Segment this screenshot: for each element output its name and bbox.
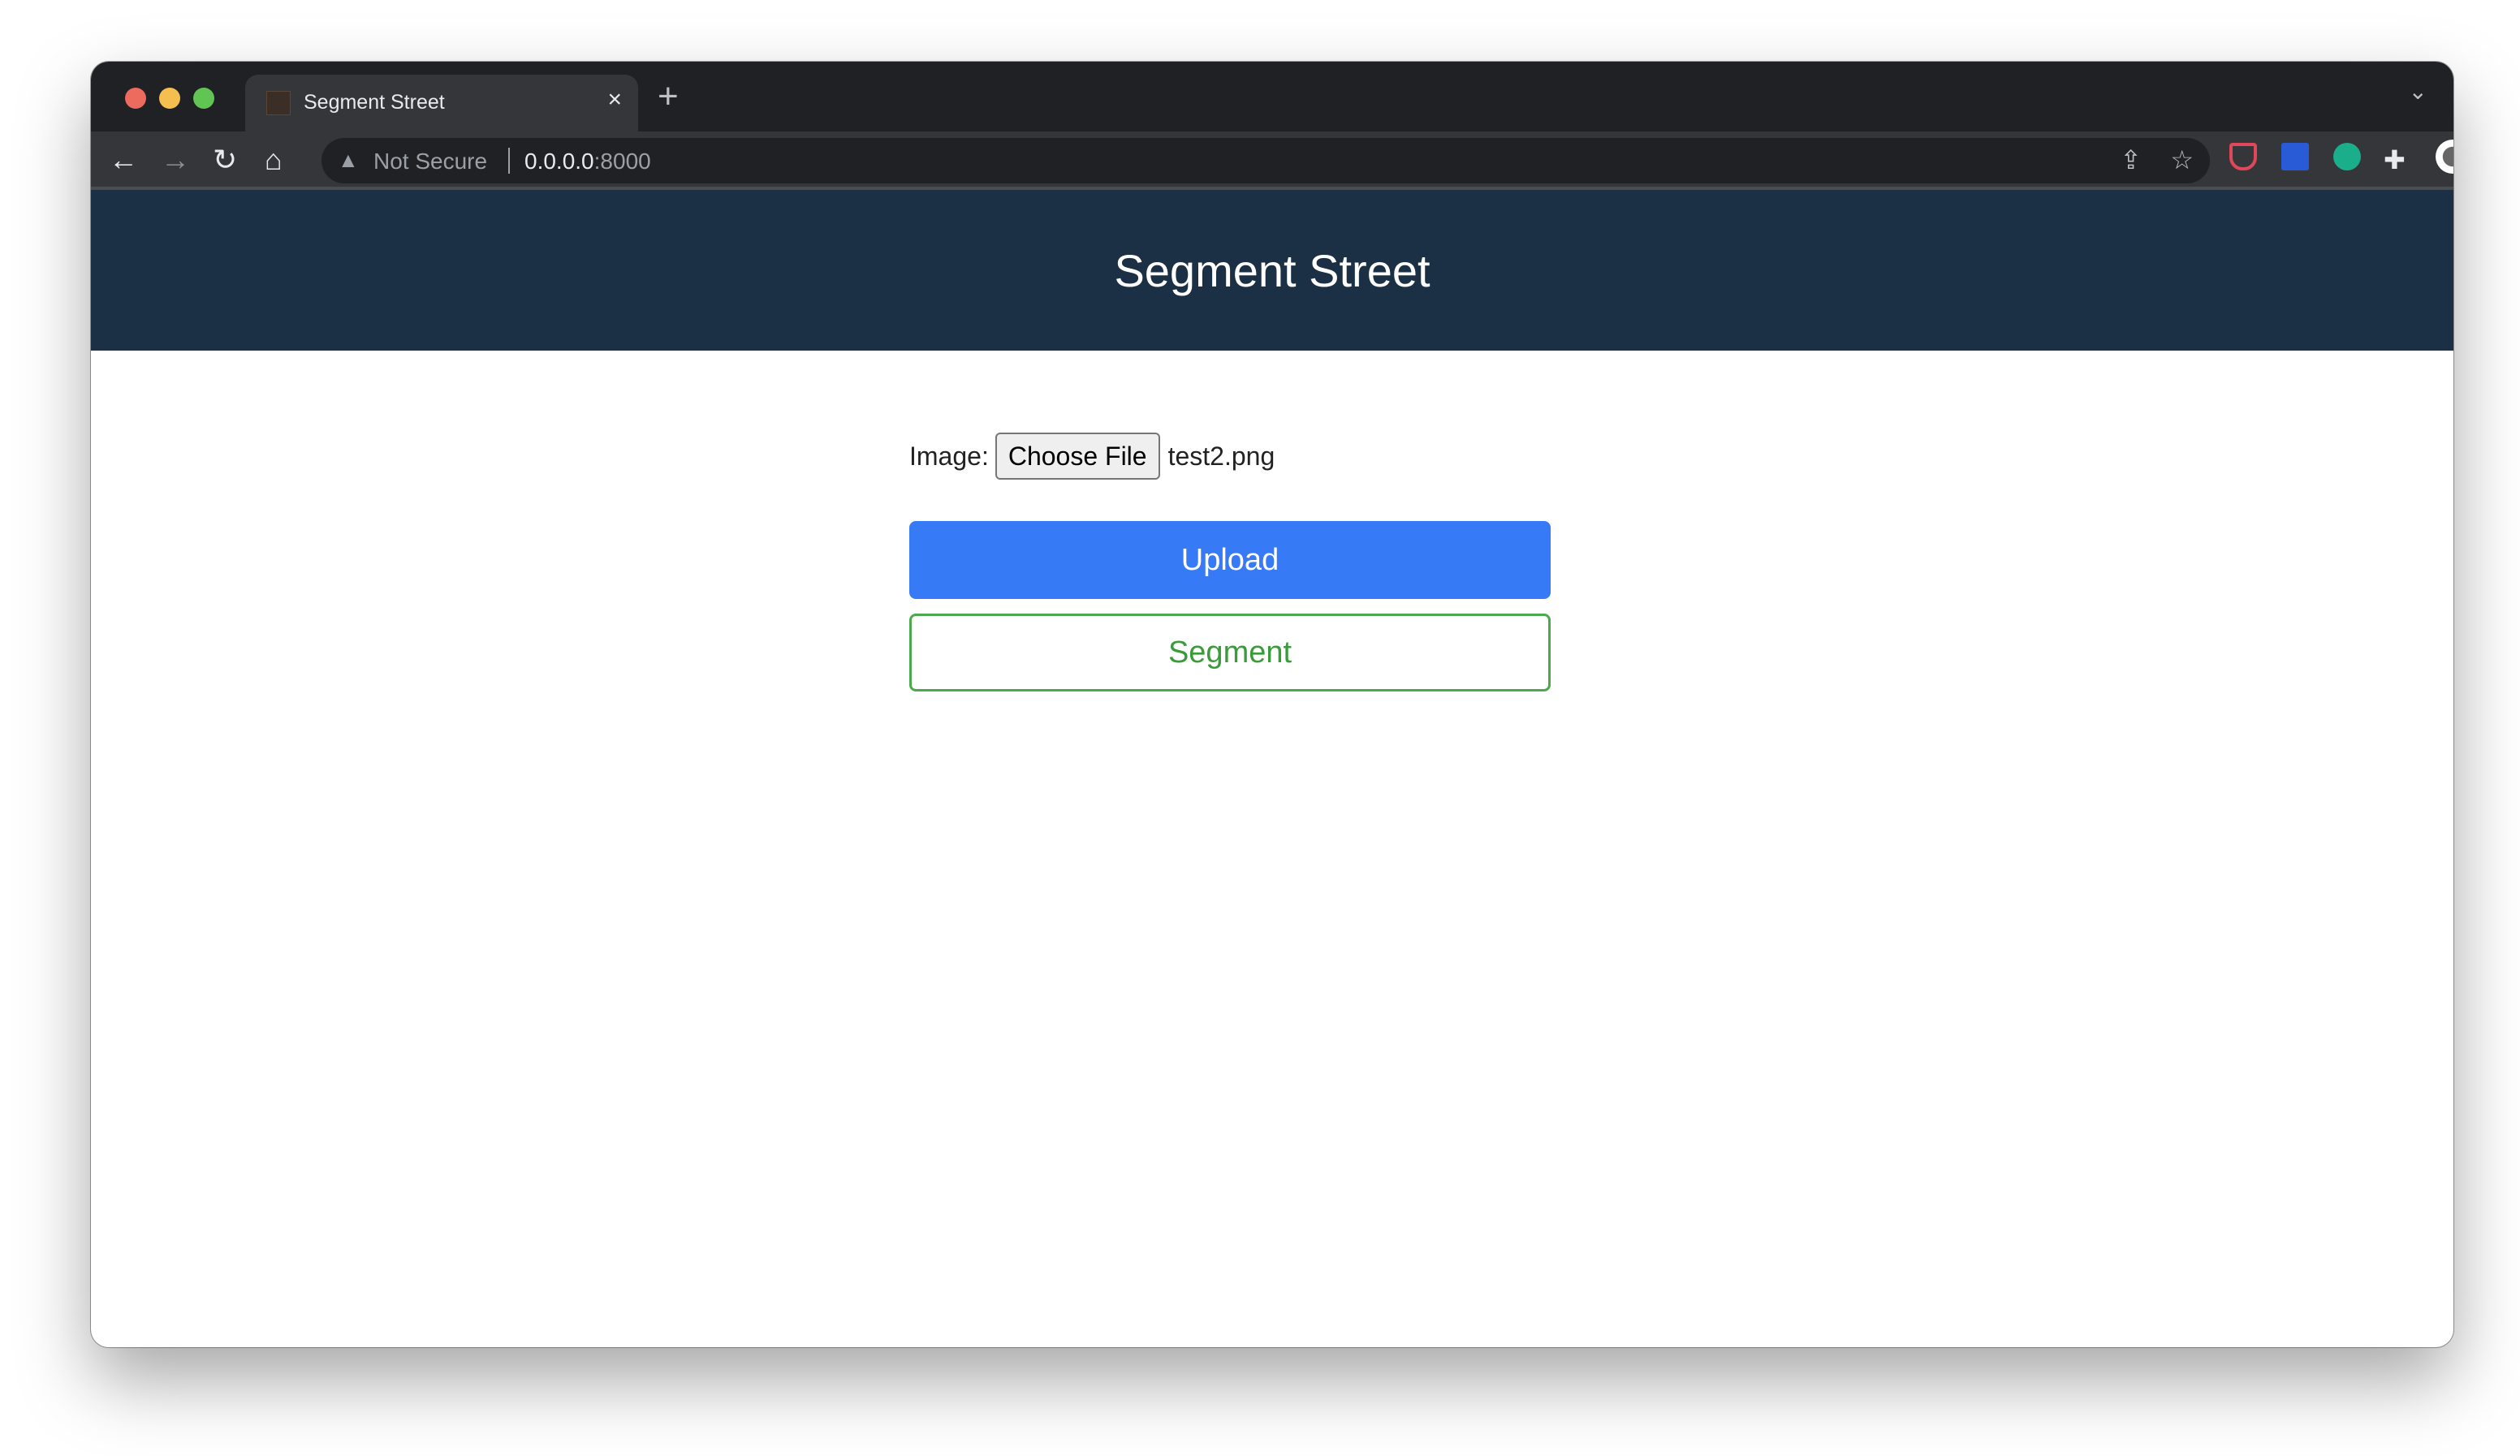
page-header: Segment Street — [91, 190, 2453, 351]
divider — [508, 148, 510, 174]
tab-bar: Segment Street × + ⌄ — [91, 62, 2453, 131]
choose-file-button[interactable]: Choose File — [995, 433, 1160, 480]
window-controls — [125, 88, 214, 109]
close-window-button[interactable] — [125, 88, 146, 109]
tab-segment-street[interactable]: Segment Street × — [245, 75, 638, 131]
bitwarden-lock-icon[interactable] — [2281, 143, 2309, 170]
upload-form: Image: Choose File test2.png Upload Segm… — [909, 432, 1551, 691]
share-icon[interactable]: ⇪ — [2120, 144, 2142, 175]
home-icon[interactable]: ⌂ — [265, 141, 283, 179]
reload-icon[interactable]: ↻ — [213, 141, 237, 179]
address-bar[interactable]: ▲ Not Secure 0.0.0.0:8000 ⇪ ☆ — [321, 138, 2210, 183]
url-port: :8000 — [593, 149, 651, 174]
tab-search-chevron-icon[interactable]: ⌄ — [2409, 78, 2427, 105]
tab-title: Segment Street — [304, 91, 445, 114]
forward-arrow-icon[interactable]: → — [161, 141, 190, 179]
maximize-window-button[interactable] — [193, 88, 214, 109]
url-text[interactable]: 0.0.0.0:8000 — [524, 149, 651, 174]
segment-button[interactable]: Segment — [909, 614, 1551, 691]
warning-icon[interactable]: ▲ — [338, 148, 359, 173]
file-input-row: Image: Choose File test2.png — [909, 432, 1551, 480]
url-host: 0.0.0.0 — [524, 149, 594, 174]
minimize-window-button[interactable] — [159, 88, 180, 109]
selected-file-name: test2.png — [1167, 441, 1275, 471]
profile-avatar[interactable] — [2436, 140, 2453, 174]
image-label: Image: — [909, 441, 989, 471]
bookmark-star-icon[interactable]: ☆ — [2170, 144, 2194, 175]
extensions-puzzle-icon[interactable]: ✚ — [2384, 141, 2406, 179]
upload-button[interactable]: Upload — [909, 521, 1551, 599]
tab-close-icon[interactable]: × — [607, 86, 622, 114]
grammarly-icon[interactable] — [2333, 143, 2361, 170]
browser-window: Segment Street × + ⌄ ← → ↻ ⌂ ▲ Not Secur… — [91, 62, 2453, 1347]
page-title: Segment Street — [1114, 244, 1430, 296]
pocket-icon[interactable] — [2229, 143, 2257, 170]
new-tab-button[interactable]: + — [658, 76, 679, 117]
browser-toolbar: ← → ↻ ⌂ ▲ Not Secure 0.0.0.0:8000 ⇪ ☆ ✚ … — [91, 131, 2453, 190]
favicon-icon — [266, 91, 291, 115]
back-arrow-icon[interactable]: ← — [109, 141, 138, 179]
security-label[interactable]: Not Secure — [373, 149, 487, 174]
